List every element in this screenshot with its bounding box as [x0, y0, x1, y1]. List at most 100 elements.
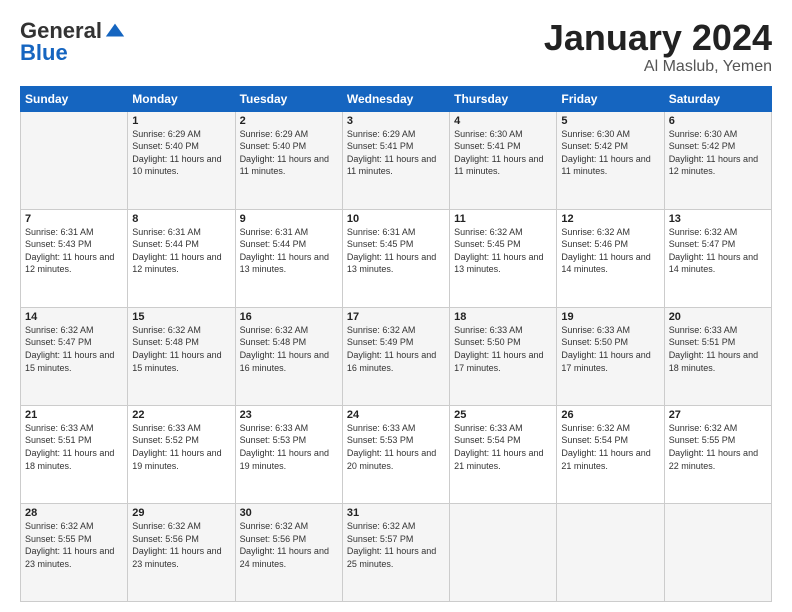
day-number: 30 [240, 507, 338, 519]
day-cell-31: 31Sunrise: 6:32 AMSunset: 5:57 PMDayligh… [342, 503, 449, 601]
empty-cell [664, 503, 771, 601]
day-cell-9: 9Sunrise: 6:31 AMSunset: 5:44 PMDaylight… [235, 209, 342, 307]
day-cell-3: 3Sunrise: 6:29 AMSunset: 5:41 PMDaylight… [342, 111, 449, 209]
day-number: 28 [25, 507, 123, 519]
page: General Blue January 2024 Al Maslub, Yem… [0, 0, 792, 612]
day-info: Sunrise: 6:32 AMSunset: 5:47 PMDaylight:… [669, 226, 767, 276]
day-number: 18 [454, 311, 552, 323]
empty-cell [21, 111, 128, 209]
day-number: 17 [347, 311, 445, 323]
day-number: 20 [669, 311, 767, 323]
month-title: January 2024 [544, 18, 772, 58]
day-cell-16: 16Sunrise: 6:32 AMSunset: 5:48 PMDayligh… [235, 307, 342, 405]
day-cell-27: 27Sunrise: 6:32 AMSunset: 5:55 PMDayligh… [664, 405, 771, 503]
week-row-4: 21Sunrise: 6:33 AMSunset: 5:51 PMDayligh… [21, 405, 772, 503]
calendar: SundayMondayTuesdayWednesdayThursdayFrid… [20, 86, 772, 602]
day-info: Sunrise: 6:33 AMSunset: 5:53 PMDaylight:… [347, 422, 445, 472]
day-cell-12: 12Sunrise: 6:32 AMSunset: 5:46 PMDayligh… [557, 209, 664, 307]
day-info: Sunrise: 6:32 AMSunset: 5:57 PMDaylight:… [347, 520, 445, 570]
day-info: Sunrise: 6:32 AMSunset: 5:54 PMDaylight:… [561, 422, 659, 472]
day-number: 21 [25, 409, 123, 421]
weekday-header-friday: Friday [557, 86, 664, 111]
day-number: 8 [132, 213, 230, 225]
day-info: Sunrise: 6:32 AMSunset: 5:45 PMDaylight:… [454, 226, 552, 276]
weekday-header-saturday: Saturday [664, 86, 771, 111]
day-cell-7: 7Sunrise: 6:31 AMSunset: 5:43 PMDaylight… [21, 209, 128, 307]
header: General Blue January 2024 Al Maslub, Yem… [20, 18, 772, 76]
day-cell-2: 2Sunrise: 6:29 AMSunset: 5:40 PMDaylight… [235, 111, 342, 209]
empty-cell [557, 503, 664, 601]
day-cell-10: 10Sunrise: 6:31 AMSunset: 5:45 PMDayligh… [342, 209, 449, 307]
empty-cell [450, 503, 557, 601]
day-cell-5: 5Sunrise: 6:30 AMSunset: 5:42 PMDaylight… [557, 111, 664, 209]
day-info: Sunrise: 6:29 AMSunset: 5:41 PMDaylight:… [347, 128, 445, 178]
day-cell-14: 14Sunrise: 6:32 AMSunset: 5:47 PMDayligh… [21, 307, 128, 405]
day-cell-20: 20Sunrise: 6:33 AMSunset: 5:51 PMDayligh… [664, 307, 771, 405]
day-number: 4 [454, 115, 552, 127]
weekday-header-row: SundayMondayTuesdayWednesdayThursdayFrid… [21, 86, 772, 111]
weekday-header-monday: Monday [128, 86, 235, 111]
day-cell-22: 22Sunrise: 6:33 AMSunset: 5:52 PMDayligh… [128, 405, 235, 503]
day-number: 3 [347, 115, 445, 127]
day-number: 15 [132, 311, 230, 323]
day-info: Sunrise: 6:32 AMSunset: 5:49 PMDaylight:… [347, 324, 445, 374]
day-cell-29: 29Sunrise: 6:32 AMSunset: 5:56 PMDayligh… [128, 503, 235, 601]
day-cell-25: 25Sunrise: 6:33 AMSunset: 5:54 PMDayligh… [450, 405, 557, 503]
day-number: 1 [132, 115, 230, 127]
day-number: 25 [454, 409, 552, 421]
day-number: 12 [561, 213, 659, 225]
day-cell-18: 18Sunrise: 6:33 AMSunset: 5:50 PMDayligh… [450, 307, 557, 405]
day-cell-17: 17Sunrise: 6:32 AMSunset: 5:49 PMDayligh… [342, 307, 449, 405]
day-cell-19: 19Sunrise: 6:33 AMSunset: 5:50 PMDayligh… [557, 307, 664, 405]
day-number: 31 [347, 507, 445, 519]
day-cell-26: 26Sunrise: 6:32 AMSunset: 5:54 PMDayligh… [557, 405, 664, 503]
day-info: Sunrise: 6:30 AMSunset: 5:41 PMDaylight:… [454, 128, 552, 178]
day-number: 16 [240, 311, 338, 323]
weekday-header-wednesday: Wednesday [342, 86, 449, 111]
day-info: Sunrise: 6:32 AMSunset: 5:47 PMDaylight:… [25, 324, 123, 374]
day-info: Sunrise: 6:31 AMSunset: 5:43 PMDaylight:… [25, 226, 123, 276]
day-number: 27 [669, 409, 767, 421]
day-info: Sunrise: 6:33 AMSunset: 5:51 PMDaylight:… [25, 422, 123, 472]
day-info: Sunrise: 6:32 AMSunset: 5:46 PMDaylight:… [561, 226, 659, 276]
week-row-5: 28Sunrise: 6:32 AMSunset: 5:55 PMDayligh… [21, 503, 772, 601]
day-cell-24: 24Sunrise: 6:33 AMSunset: 5:53 PMDayligh… [342, 405, 449, 503]
day-info: Sunrise: 6:31 AMSunset: 5:45 PMDaylight:… [347, 226, 445, 276]
day-info: Sunrise: 6:30 AMSunset: 5:42 PMDaylight:… [669, 128, 767, 178]
weekday-header-tuesday: Tuesday [235, 86, 342, 111]
day-info: Sunrise: 6:31 AMSunset: 5:44 PMDaylight:… [132, 226, 230, 276]
day-info: Sunrise: 6:31 AMSunset: 5:44 PMDaylight:… [240, 226, 338, 276]
day-info: Sunrise: 6:33 AMSunset: 5:52 PMDaylight:… [132, 422, 230, 472]
day-cell-4: 4Sunrise: 6:30 AMSunset: 5:41 PMDaylight… [450, 111, 557, 209]
day-number: 5 [561, 115, 659, 127]
day-cell-11: 11Sunrise: 6:32 AMSunset: 5:45 PMDayligh… [450, 209, 557, 307]
day-cell-1: 1Sunrise: 6:29 AMSunset: 5:40 PMDaylight… [128, 111, 235, 209]
day-number: 2 [240, 115, 338, 127]
day-cell-6: 6Sunrise: 6:30 AMSunset: 5:42 PMDaylight… [664, 111, 771, 209]
day-info: Sunrise: 6:29 AMSunset: 5:40 PMDaylight:… [132, 128, 230, 178]
day-cell-28: 28Sunrise: 6:32 AMSunset: 5:55 PMDayligh… [21, 503, 128, 601]
week-row-3: 14Sunrise: 6:32 AMSunset: 5:47 PMDayligh… [21, 307, 772, 405]
day-cell-30: 30Sunrise: 6:32 AMSunset: 5:56 PMDayligh… [235, 503, 342, 601]
day-info: Sunrise: 6:32 AMSunset: 5:48 PMDaylight:… [132, 324, 230, 374]
day-cell-15: 15Sunrise: 6:32 AMSunset: 5:48 PMDayligh… [128, 307, 235, 405]
day-info: Sunrise: 6:32 AMSunset: 5:55 PMDaylight:… [669, 422, 767, 472]
day-info: Sunrise: 6:33 AMSunset: 5:50 PMDaylight:… [561, 324, 659, 374]
day-number: 11 [454, 213, 552, 225]
day-info: Sunrise: 6:29 AMSunset: 5:40 PMDaylight:… [240, 128, 338, 178]
day-info: Sunrise: 6:33 AMSunset: 5:54 PMDaylight:… [454, 422, 552, 472]
title-block: January 2024 Al Maslub, Yemen [544, 18, 772, 76]
day-info: Sunrise: 6:33 AMSunset: 5:51 PMDaylight:… [669, 324, 767, 374]
day-info: Sunrise: 6:33 AMSunset: 5:53 PMDaylight:… [240, 422, 338, 472]
day-number: 23 [240, 409, 338, 421]
day-number: 13 [669, 213, 767, 225]
day-cell-21: 21Sunrise: 6:33 AMSunset: 5:51 PMDayligh… [21, 405, 128, 503]
day-info: Sunrise: 6:32 AMSunset: 5:48 PMDaylight:… [240, 324, 338, 374]
week-row-1: 1Sunrise: 6:29 AMSunset: 5:40 PMDaylight… [21, 111, 772, 209]
day-number: 9 [240, 213, 338, 225]
day-number: 7 [25, 213, 123, 225]
weekday-header-thursday: Thursday [450, 86, 557, 111]
week-row-2: 7Sunrise: 6:31 AMSunset: 5:43 PMDaylight… [21, 209, 772, 307]
day-info: Sunrise: 6:32 AMSunset: 5:56 PMDaylight:… [240, 520, 338, 570]
day-number: 29 [132, 507, 230, 519]
